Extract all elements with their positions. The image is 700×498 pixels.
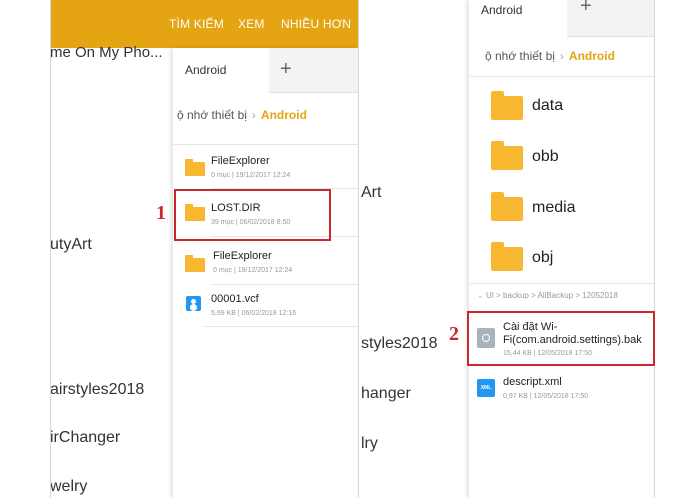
file-meta: 0 mục | 19/12/2017 12:24 bbox=[213, 267, 293, 274]
background-item: airstyles2018 bbox=[50, 381, 145, 398]
tab-label: Android bbox=[185, 63, 227, 77]
breadcrumb: ộ nhớ thiết bị › Android bbox=[177, 108, 307, 122]
search-menu[interactable]: TÌM KIẾM bbox=[169, 17, 224, 31]
highlight-box-1 bbox=[174, 189, 331, 241]
list-item[interactable]: 00001.vcf 5,69 KB | 06/02/2018 12:16 bbox=[173, 287, 358, 325]
file-name: FileExplorer bbox=[211, 155, 270, 167]
background-item: utyArt bbox=[50, 236, 92, 253]
more-menu[interactable]: NHIỀU HƠN bbox=[281, 17, 351, 31]
folder-name: obj bbox=[532, 249, 554, 266]
file-browser-sheet: Android + ộ nhớ thiết bị › Android data ob… bbox=[469, 0, 654, 498]
add-tab-icon[interactable]: + bbox=[280, 58, 292, 81]
folder-icon bbox=[185, 159, 205, 176]
list-item[interactable]: obj bbox=[469, 233, 654, 279]
file-meta: 5,69 KB | 06/02/2018 12:16 bbox=[211, 310, 297, 317]
tab-label: Android bbox=[481, 3, 523, 17]
contact-file-icon bbox=[186, 296, 201, 311]
folder-name: obb bbox=[532, 148, 559, 165]
file-name: FileExplorer bbox=[213, 250, 272, 262]
background-item: hanger bbox=[361, 385, 411, 402]
folder-icon bbox=[491, 192, 523, 221]
highlight-box-2 bbox=[467, 311, 655, 366]
list-item[interactable]: media bbox=[469, 183, 654, 229]
background-item: me On My Pho... bbox=[50, 44, 163, 61]
breadcrumb: ộ nhớ thiết bị › Android bbox=[485, 49, 615, 63]
breadcrumb-current[interactable]: Android bbox=[261, 108, 307, 122]
chevron-right-icon: › bbox=[559, 49, 564, 63]
file-browser-sheet: Android + ộ nhớ thiết bị › Android FileExp… bbox=[173, 48, 358, 498]
step-marker-1: 1 bbox=[156, 202, 166, 224]
folder-icon bbox=[491, 91, 523, 120]
xml-file-icon: XML bbox=[477, 379, 495, 397]
sub-path: ⌄ UI > backup > AllBackup > 12052018 bbox=[477, 291, 618, 300]
step-marker-2: 2 bbox=[449, 323, 459, 345]
view-menu[interactable]: XEM bbox=[238, 17, 265, 31]
background-item: irChanger bbox=[50, 429, 121, 446]
right-screenshot: Art styles2018 hanger lry Android + ộ nh… bbox=[361, 0, 655, 498]
list-item[interactable]: FileExplorer 0 mục | 19/12/2017 12:24 bbox=[173, 148, 358, 186]
breadcrumb-root[interactable]: ộ nhớ thiết bị bbox=[177, 108, 247, 122]
list-item[interactable]: FileExplorer 0 mục | 19/12/2017 12:24 bbox=[173, 244, 358, 282]
chevron-down-icon: ⌄ bbox=[477, 291, 484, 300]
breadcrumb-current[interactable]: Android bbox=[569, 49, 615, 63]
folder-name: media bbox=[532, 199, 576, 216]
file-name: descript.xml bbox=[503, 376, 562, 388]
folder-name: data bbox=[532, 97, 564, 114]
list-item[interactable]: XML descript.xml 0,97 KB | 12/05/2018 17… bbox=[469, 370, 654, 410]
file-meta: 0,97 KB | 12/05/2018 17:50 bbox=[503, 393, 589, 400]
folder-icon bbox=[491, 141, 523, 170]
app-bar: TÌM KIẾM XEM NHIỀU HƠN bbox=[51, 0, 358, 48]
file-name: 00001.vcf bbox=[211, 293, 259, 305]
tab-android[interactable]: Android bbox=[173, 48, 270, 94]
file-meta: 0 mục | 19/12/2017 12:24 bbox=[211, 172, 291, 179]
background-item: welry bbox=[50, 478, 88, 495]
background-item: styles2018 bbox=[361, 335, 438, 352]
add-tab-icon[interactable]: + bbox=[580, 0, 592, 18]
background-item: lry bbox=[361, 435, 378, 452]
folder-icon bbox=[185, 255, 205, 272]
list-item[interactable]: obb bbox=[469, 132, 654, 178]
left-screenshot: TÌM KIẾM XEM NHIỀU HƠN me On My Pho... u… bbox=[50, 0, 359, 498]
list-item[interactable]: data bbox=[469, 82, 654, 128]
tab-android[interactable]: Android bbox=[469, 0, 568, 36]
chevron-right-icon: › bbox=[251, 108, 256, 122]
folder-icon bbox=[491, 242, 523, 271]
background-item: Art bbox=[361, 184, 382, 201]
breadcrumb-root[interactable]: ộ nhớ thiết bị bbox=[485, 49, 555, 63]
